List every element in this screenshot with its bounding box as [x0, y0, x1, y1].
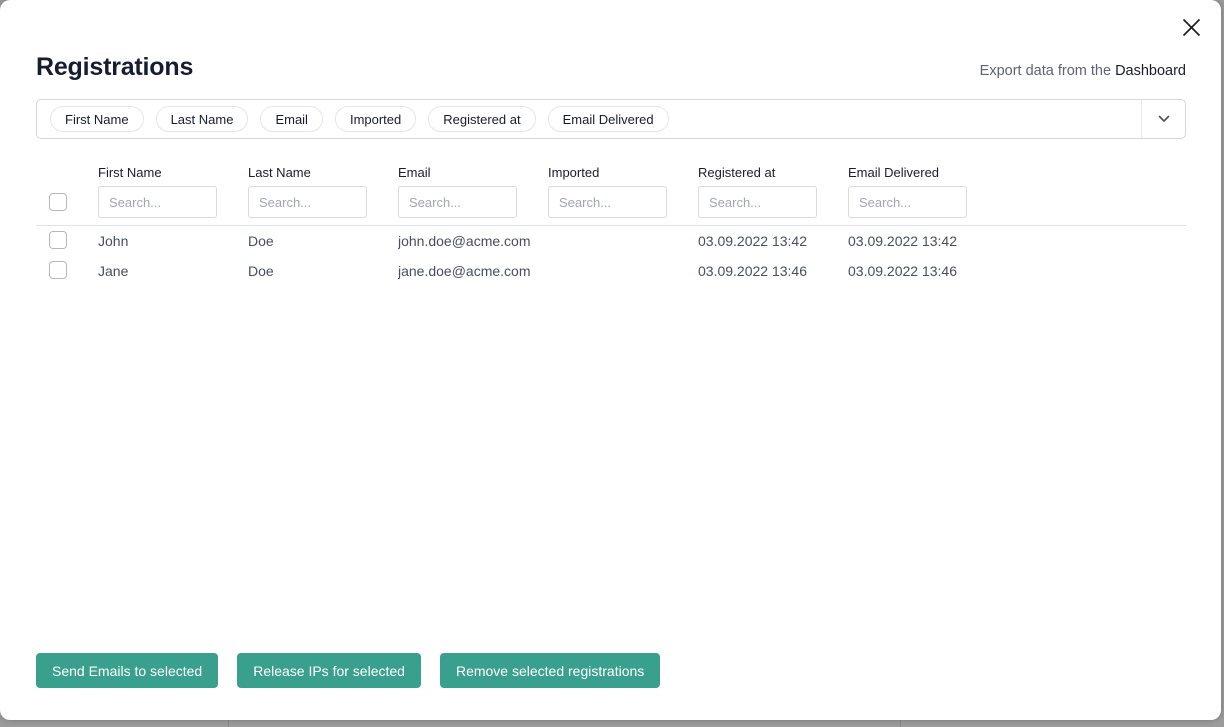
filter-pill-email[interactable]: Email [260, 106, 323, 132]
cell-first-name: John [98, 233, 248, 249]
cell-last-name: Doe [248, 263, 398, 279]
export-hint-text: Export data from the [980, 63, 1115, 79]
column-header-email: Email [398, 166, 548, 180]
close-button[interactable] [1177, 13, 1205, 41]
column-header-email-delivered: Email Delivered [848, 166, 998, 180]
dashboard-link[interactable]: Dashboard [1115, 63, 1186, 79]
registrations-modal: Registrations Export data from the Dashb… [0, 0, 1221, 720]
cell-registered-at: 03.09.2022 13:42 [698, 233, 848, 249]
column-header-registered-at: Registered at [698, 166, 848, 180]
cell-first-name: Jane [98, 263, 248, 279]
row-checkbox[interactable] [49, 231, 67, 249]
modal-header: Registrations Export data from the Dashb… [36, 54, 1186, 82]
page-title: Registrations [36, 54, 193, 82]
background-table-line [228, 719, 229, 727]
select-all-checkbox[interactable] [49, 193, 67, 211]
close-icon [1182, 18, 1201, 37]
registrations-table: First Name Last Name Email Imported Regi… [36, 166, 1186, 286]
table-row: Jane Doe jane.doe@acme.com 03.09.2022 13… [36, 256, 1186, 286]
search-input-email[interactable] [398, 186, 517, 218]
column-header-imported: Imported [548, 166, 698, 180]
filter-dropdown-toggle[interactable] [1141, 100, 1185, 138]
remove-registrations-button[interactable]: Remove selected registrations [440, 653, 660, 688]
column-header-last-name: Last Name [248, 166, 398, 180]
cell-email: jane.doe@acme.com [398, 263, 548, 279]
cell-email-delivered: 03.09.2022 13:46 [848, 263, 998, 279]
column-filter-bar: First Name Last Name Email Imported Regi… [36, 99, 1186, 139]
row-checkbox[interactable] [49, 261, 67, 279]
bulk-actions: Send Emails to selected Release IPs for … [36, 653, 660, 688]
filter-pill-last-name[interactable]: Last Name [156, 106, 249, 132]
send-emails-button[interactable]: Send Emails to selected [36, 653, 218, 688]
chevron-down-icon [1158, 115, 1170, 123]
filter-pill-email-delivered[interactable]: Email Delivered [548, 106, 669, 132]
table-row: John Doe john.doe@acme.com 03.09.2022 13… [36, 226, 1186, 256]
cell-email: john.doe@acme.com [398, 233, 548, 249]
background-table-line [900, 719, 901, 727]
cell-registered-at: 03.09.2022 13:46 [698, 263, 848, 279]
filter-pill-first-name[interactable]: First Name [50, 106, 144, 132]
export-hint: Export data from the Dashboard [980, 63, 1186, 82]
cell-last-name: Doe [248, 233, 398, 249]
column-header-first-name: First Name [98, 166, 248, 180]
search-input-email-delivered[interactable] [848, 186, 967, 218]
search-input-last-name[interactable] [248, 186, 367, 218]
filter-pills: First Name Last Name Email Imported Regi… [50, 106, 1141, 132]
search-input-imported[interactable] [548, 186, 667, 218]
release-ips-button[interactable]: Release IPs for selected [237, 653, 421, 688]
cell-email-delivered: 03.09.2022 13:42 [848, 233, 998, 249]
filter-pill-registered-at[interactable]: Registered at [428, 106, 535, 132]
table-header-row: First Name Last Name Email Imported Regi… [36, 166, 1186, 218]
filter-pill-imported[interactable]: Imported [335, 106, 416, 132]
search-input-registered-at[interactable] [698, 186, 817, 218]
search-input-first-name[interactable] [98, 186, 217, 218]
